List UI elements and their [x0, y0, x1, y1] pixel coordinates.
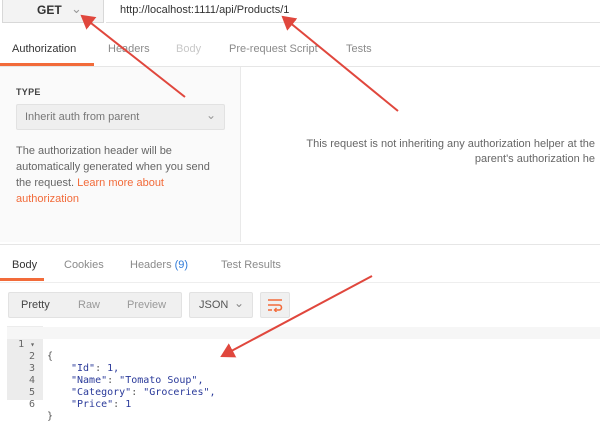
auth-settings-panel: TYPE Inherit auth from parent ⌄ The auth… — [0, 67, 241, 242]
code-line: 5 "Price": 1 — [7, 375, 131, 410]
line-number: 6 — [28, 399, 35, 410]
active-tab-indicator — [0, 63, 94, 66]
tab-response-headers-label: Headers — [130, 259, 172, 271]
response-tabs: Body Cookies Headers (9) Test Results — [0, 252, 600, 283]
preview-button[interactable]: Preview — [127, 299, 166, 311]
code-line: 2 "Id": 1, — [7, 339, 119, 374]
tab-body[interactable]: Body — [176, 43, 201, 55]
chevron-down-icon: ⌄ — [205, 108, 216, 122]
method-select[interactable]: GET ⌄ — [2, 0, 104, 23]
auth-inherit-message: This request is not inheriting any autho… — [250, 137, 595, 167]
code-line: 1 ▾ { — [7, 327, 600, 362]
code-text: "Category": "Groceries", — [71, 387, 216, 398]
chevron-down-icon: ⌄ — [234, 296, 245, 310]
tab-response-headers[interactable]: Headers (9) — [130, 259, 188, 271]
view-mode-group: Pretty Raw Preview — [8, 292, 182, 318]
auth-message-line2: parent's authorization he — [474, 153, 595, 165]
code-text: } — [47, 411, 54, 422]
wrap-icon — [268, 299, 283, 312]
format-select[interactable]: JSON ⌄ — [189, 292, 253, 318]
tab-cookies[interactable]: Cookies — [64, 259, 104, 271]
pretty-button[interactable]: Pretty — [21, 299, 50, 311]
active-response-tab-indicator — [0, 278, 44, 281]
wrap-lines-button[interactable] — [260, 292, 290, 318]
method-label: GET — [37, 3, 62, 17]
code-text: "Price": 1 — [71, 399, 132, 410]
tab-response-body[interactable]: Body — [12, 259, 37, 271]
response-body-editor[interactable]: 1 ▾ { 2 "Id": 1, 3 "Name": "Tomato Soup"… — [7, 326, 600, 422]
type-label: TYPE — [16, 87, 41, 97]
auth-type-select[interactable]: Inherit auth from parent ⌄ — [16, 104, 225, 130]
code-text: "Name": "Tomato Soup", — [71, 375, 204, 386]
divider — [0, 244, 600, 245]
auth-description: The authorization header will be automat… — [16, 143, 228, 207]
url-input[interactable]: http://localhost:1111/api/Products/1 — [106, 0, 600, 23]
chevron-down-icon: ⌄ — [71, 1, 82, 16]
tab-test-results[interactable]: Test Results — [221, 259, 281, 271]
code-line: 3 "Name": "Tomato Soup", — [7, 351, 204, 386]
format-value: JSON — [199, 299, 229, 311]
tab-authorization[interactable]: Authorization — [12, 43, 76, 55]
tab-pre-request-script[interactable]: Pre-request Script — [229, 43, 318, 55]
code-text: "Id": 1, — [71, 363, 120, 374]
code-line: 6 } — [7, 387, 53, 422]
auth-type-value: Inherit auth from parent — [25, 111, 140, 123]
tab-headers[interactable]: Headers — [108, 43, 150, 55]
url-text: http://localhost:1111/api/Products/1 — [120, 4, 290, 16]
auth-message-line1: This request is not inheriting any autho… — [306, 138, 595, 150]
code-line: 4 "Category": "Groceries", — [7, 363, 216, 398]
headers-count-badge: (9) — [174, 259, 189, 271]
request-tabs: Authorization Headers Body Pre-request S… — [0, 36, 600, 67]
raw-button[interactable]: Raw — [78, 299, 100, 311]
request-bar: GET ⌄ http://localhost:1111/api/Products… — [0, 0, 600, 26]
tab-tests[interactable]: Tests — [346, 43, 372, 55]
code-text: { — [47, 351, 54, 362]
